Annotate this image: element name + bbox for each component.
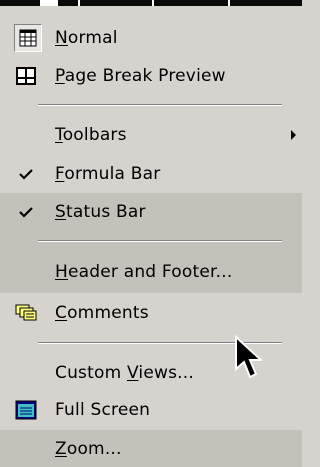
checkmark-icon	[13, 199, 39, 225]
menu-item-label: Page Break Preview	[55, 66, 226, 86]
menu-item-zoom[interactable]: Zoom...	[0, 430, 302, 467]
menu-item-label: Full Screen	[55, 400, 151, 420]
view-menu: Normal Page Break Preview Toolbars Formu…	[0, 0, 302, 467]
menu-item-status-bar[interactable]: Status Bar	[0, 193, 302, 231]
menu-separator	[38, 240, 282, 242]
menu-separator-band	[0, 231, 302, 251]
menu-item-header-and-footer[interactable]: Header and Footer...	[0, 251, 302, 293]
menu-item-normal[interactable]: Normal	[0, 19, 302, 57]
comments-icon	[13, 300, 39, 326]
normal-view-icon	[14, 24, 42, 52]
menu-item-toolbars[interactable]: Toolbars	[0, 116, 302, 154]
menu-item-comments[interactable]: Comments	[0, 294, 302, 332]
menu-item-full-screen[interactable]: Full Screen	[0, 391, 302, 429]
menu-item-label: Status Bar	[55, 202, 146, 222]
submenu-arrow-icon	[291, 130, 296, 140]
menu-item-page-break-preview[interactable]: Page Break Preview	[0, 57, 302, 95]
menu-bar-edge	[0, 0, 302, 6]
mouse-pointer-icon	[234, 334, 264, 386]
menu-item-label: Toolbars	[55, 125, 127, 145]
full-screen-icon	[13, 397, 39, 423]
menu-item-label: Zoom...	[55, 438, 122, 459]
menu-item-label: Header and Footer...	[55, 262, 233, 282]
menu-separator	[38, 104, 282, 106]
menu-item-label: Comments	[55, 303, 149, 323]
checkmark-icon	[13, 161, 39, 187]
menu-item-label: Custom Views...	[55, 363, 194, 383]
menu-item-label: Normal	[55, 28, 118, 48]
menu-item-formula-bar[interactable]: Formula Bar	[0, 155, 302, 193]
menu-item-label: Formula Bar	[55, 164, 161, 184]
page-break-preview-icon	[13, 63, 39, 89]
